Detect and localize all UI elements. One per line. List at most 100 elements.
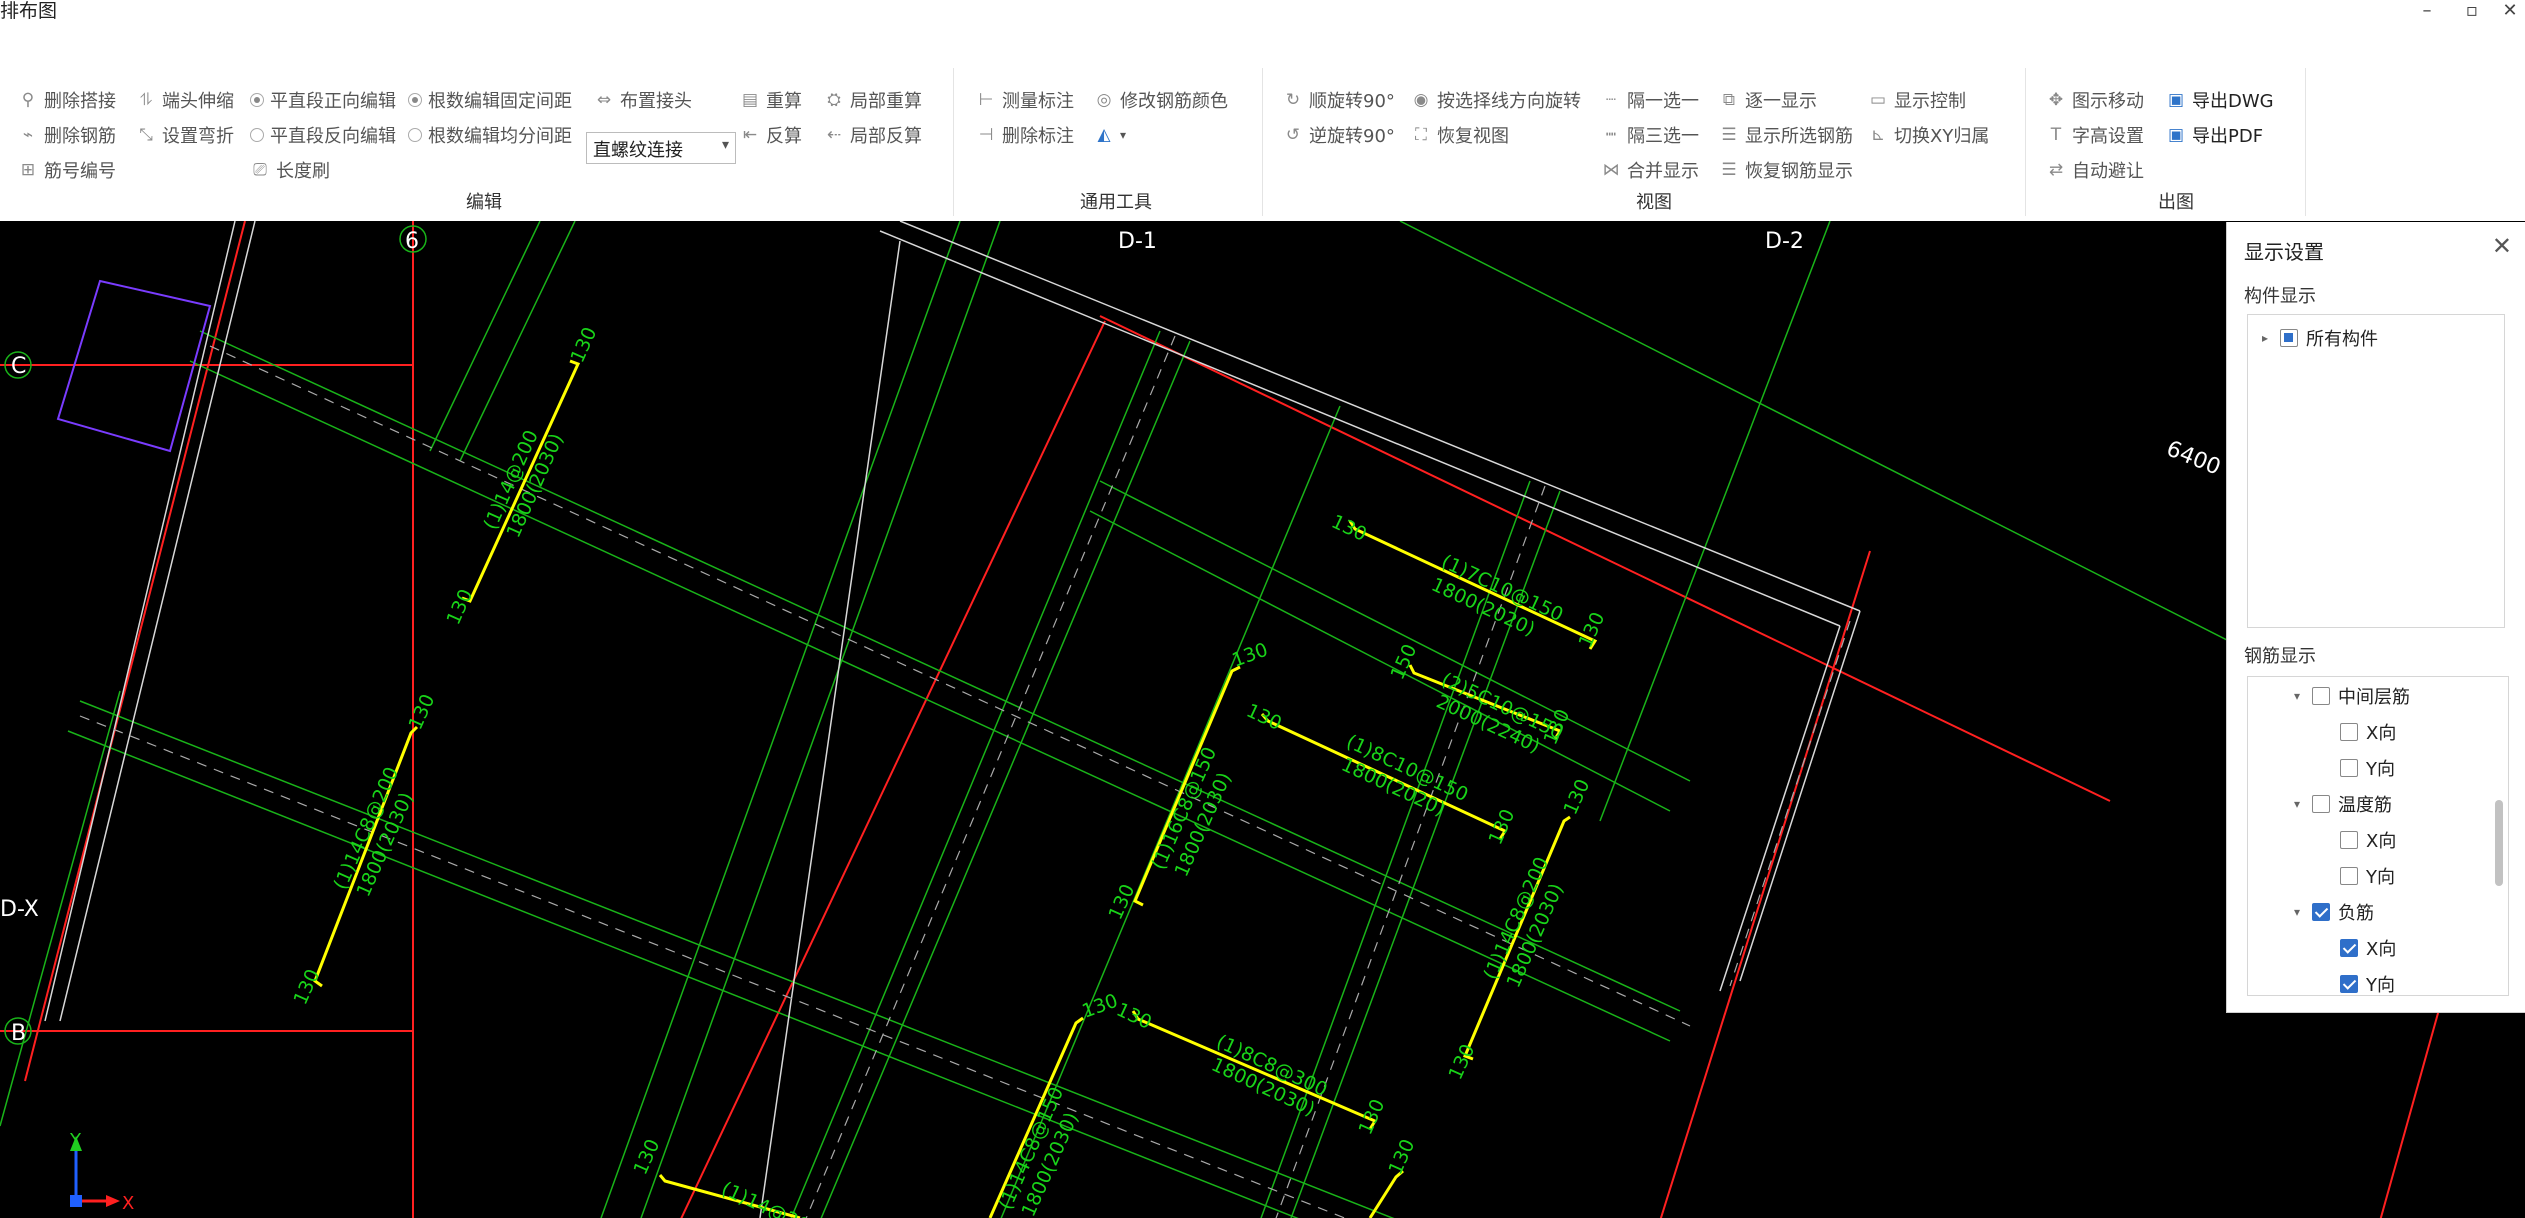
move-drawing-button[interactable]: ✥ 图示移动 — [2046, 86, 2144, 114]
end-stretch-button[interactable]: ⥮ 端头伸缩 — [136, 86, 234, 114]
every-other-button[interactable]: ┈ 隔一选一 — [1601, 86, 1699, 114]
tree-node-all-components[interactable]: ▸ 所有构件 — [2258, 325, 2378, 351]
numbering-icon: ⊞ — [20, 160, 36, 180]
display-control-button[interactable]: ▭ 显示控制 — [1868, 86, 1966, 114]
export-dwg-button[interactable]: ▣ 导出DWG — [2166, 86, 2274, 114]
rotate-cw-button[interactable]: ↻ 顺旋转90° — [1283, 86, 1395, 114]
switch-xy-label: 切换XY归属 — [1894, 126, 1990, 147]
title-bar: 排布图 – ▫ ✕ — [0, 0, 2525, 26]
count-even-spacing-radio[interactable]: 根数编辑均分间距 — [408, 121, 572, 149]
delete-lap-button[interactable]: ⚲ 删除搭接 — [18, 86, 116, 114]
tree-node-middle-layer[interactable]: ▾ 中间层筋 — [2290, 683, 2410, 709]
reverse-calc-icon: ⇤ — [742, 125, 758, 145]
count-fixed-spacing-label: 根数编辑固定间距 — [428, 91, 572, 112]
restore-rebar-button[interactable]: ☰ 恢复钢筋显示 — [1719, 156, 1853, 184]
negative-checkbox[interactable] — [2312, 903, 2330, 921]
every-third-button[interactable]: ┉ 隔三选一 — [1601, 121, 1699, 149]
temperature-checkbox[interactable] — [2312, 795, 2330, 813]
ucs-icon: Y X — [69, 1130, 134, 1214]
length-brush-button[interactable]: ⎚ 长度刷 — [250, 156, 330, 184]
tree-node-temperature[interactable]: ▾ 温度筋 — [2290, 791, 2392, 817]
export-dwg-label: 导出DWG — [2192, 91, 2274, 112]
display-icon: ▭ — [1869, 90, 1887, 110]
tools-group-label: 通用工具 — [1080, 192, 1152, 213]
restore-rebar-icon: ☰ — [1721, 160, 1737, 180]
drawing-canvas[interactable]: C B D-X 6 D-1 D-2 6400 130 130 (1)14@200… — [0, 221, 2525, 1218]
every-other-icon: ┈ — [1605, 90, 1617, 110]
middle-x-checkbox[interactable] — [2340, 723, 2358, 741]
measure-dim-button[interactable]: ⊢ 测量标注 — [976, 86, 1074, 114]
minimize-button[interactable]: – — [2412, 0, 2442, 21]
tree-node-negative[interactable]: ▾ 负筋 — [2290, 899, 2374, 925]
chevron-down-icon[interactable]: ▾ — [2290, 689, 2304, 703]
one-by-one-label: 逐一显示 — [1745, 91, 1817, 112]
chevron-down-icon[interactable]: ▾ — [2290, 797, 2304, 811]
place-joint-button[interactable]: ⇔ 布置接头 — [594, 86, 692, 114]
chevron-down-icon[interactable]: ▾ — [2290, 905, 2304, 919]
restore-view-button[interactable]: ⛶ 恢复视图 — [1411, 121, 1509, 149]
export-dwg-icon: ▣ — [2167, 90, 2185, 110]
auto-avoid-button[interactable]: ⇄ 自动避让 — [2046, 156, 2144, 184]
hook-label: 130 — [1444, 1041, 1479, 1083]
tree-node-negative-y[interactable]: Y向 — [2340, 971, 2395, 995]
negative-x-checkbox[interactable] — [2340, 939, 2358, 957]
change-color-label: 修改钢筋颜色 — [1120, 91, 1228, 112]
hook-label: 130 — [1229, 639, 1271, 672]
flat-forward-edit-label: 平直段正向编辑 — [270, 91, 396, 112]
recalc-button[interactable]: ▤ 重算 — [740, 86, 802, 114]
negative-y-checkbox[interactable] — [2340, 975, 2358, 993]
all-components-checkbox[interactable] — [2280, 329, 2298, 347]
every-other-label: 隔一选一 — [1627, 91, 1699, 112]
delete-rebar-button[interactable]: ⌁ 删除钢筋 — [18, 121, 116, 149]
connection-type-select[interactable]: 直螺纹连接 ▾ — [586, 132, 736, 164]
temperature-y-checkbox[interactable] — [2340, 867, 2358, 885]
show-selected-button[interactable]: ☰ 显示所选钢筋 — [1719, 121, 1853, 149]
tree-node-middle-y[interactable]: Y向 — [2340, 755, 2395, 781]
rebar-tree[interactable]: ▾ 中间层筋 X向 Y向 ▾ 温度筋 X向 Y向 ▾ 负筋 X向 Y向 — [2247, 676, 2509, 996]
recalc-icon: ▤ — [741, 90, 759, 110]
delete-dim-button[interactable]: ⊣ 删除标注 — [976, 121, 1074, 149]
close-icon[interactable]: ✕ — [2492, 232, 2512, 260]
tree-node-temperature-y[interactable]: Y向 — [2340, 863, 2395, 889]
maximize-button[interactable]: ▫ — [2457, 0, 2487, 21]
count-fixed-spacing-radio[interactable]: 根数编辑固定间距 — [408, 86, 572, 114]
brush-icon: ⎚ — [253, 160, 267, 180]
reverse-calc-button[interactable]: ⇤ 反算 — [740, 121, 802, 149]
switch-xy-button[interactable]: ⊾ 切换XY归属 — [1868, 121, 1989, 149]
text-height-button[interactable]: T 字高设置 — [2046, 121, 2144, 149]
hook-label: 130 — [1243, 700, 1285, 735]
export-pdf-button[interactable]: ▣ 导出PDF — [2166, 121, 2263, 149]
rotate-ccw-button[interactable]: ↺ 逆旋转90° — [1283, 121, 1395, 149]
color-picker-button[interactable]: ◭ ▾ — [1094, 121, 1126, 149]
radio-icon — [250, 93, 264, 107]
one-by-one-button[interactable]: ⧉ 逐一显示 — [1719, 86, 1817, 114]
middle-y-checkbox[interactable] — [2340, 759, 2358, 777]
flat-reverse-edit-radio[interactable]: 平直段反向编辑 — [250, 121, 396, 149]
temperature-x-checkbox[interactable] — [2340, 831, 2358, 849]
tree-node-middle-x[interactable]: X向 — [2340, 719, 2396, 745]
local-reverse-icon: ⇠ — [826, 125, 842, 145]
delete-ruler-icon: ⊣ — [978, 125, 994, 145]
dashed-lines — [79, 335, 1851, 1218]
flat-forward-edit-radio[interactable]: 平直段正向编辑 — [250, 86, 396, 114]
radio-icon — [408, 128, 422, 142]
rotate-by-line-label: 按选择线方向旋转 — [1437, 91, 1581, 112]
chevron-right-icon[interactable]: ▸ — [2258, 331, 2272, 345]
bend-icon: ⤡ — [139, 125, 153, 145]
rebar-tree-scrollbar[interactable] — [2495, 800, 2503, 886]
set-bend-button[interactable]: ⤡ 设置弯折 — [136, 121, 234, 149]
close-button[interactable]: ✕ — [2495, 0, 2525, 21]
rotate-by-line-button[interactable]: ◉ 按选择线方向旋转 — [1411, 86, 1581, 114]
bar-number-button[interactable]: ⊞ 筋号编号 — [18, 156, 116, 184]
tree-node-negative-x[interactable]: X向 — [2340, 935, 2396, 961]
change-color-button[interactable]: ◎ 修改钢筋颜色 — [1094, 86, 1228, 114]
tree-node-temperature-x[interactable]: X向 — [2340, 827, 2396, 853]
middle-layer-checkbox[interactable] — [2312, 687, 2330, 705]
local-reverse-calc-button[interactable]: ⇠ 局部反算 — [824, 121, 922, 149]
show-selected-icon: ☰ — [1721, 125, 1737, 145]
local-recalc-button[interactable]: ⛭ 局部重算 — [824, 86, 922, 114]
merge-show-button[interactable]: ⋈ 合并显示 — [1601, 156, 1700, 184]
rebar-annotations: 130 130 (1)14@200 1800(2030) 130 130 (1)… — [289, 324, 1609, 1218]
count-even-spacing-label: 根数编辑均分间距 — [428, 126, 572, 147]
component-tree[interactable]: ▸ 所有构件 — [2247, 314, 2505, 628]
